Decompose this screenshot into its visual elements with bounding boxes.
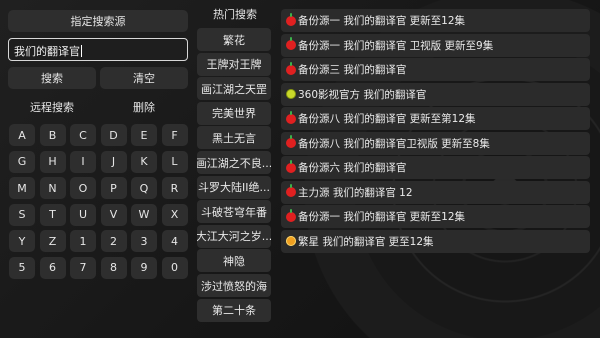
hot-search-item[interactable]: 大江大河之岁...	[197, 224, 271, 248]
key-r[interactable]: R	[161, 177, 188, 199]
result-text: 备份源八 我们的翻译官卫视版 更新至8集	[298, 137, 490, 150]
clear-button[interactable]: 清空	[100, 67, 188, 89]
key-5[interactable]: 5	[9, 256, 35, 279]
key-d[interactable]: D	[100, 124, 127, 146]
search-input-text: 我们的翻译官	[14, 45, 80, 58]
key-t[interactable]: T	[39, 203, 66, 226]
key-w[interactable]: W	[131, 203, 157, 226]
hot-search-item[interactable]: 画江湖之不良...	[197, 151, 271, 174]
apple-icon	[286, 110, 296, 124]
key-c[interactable]: C	[70, 124, 96, 146]
apple-icon	[286, 184, 296, 197]
key-b[interactable]: B	[39, 124, 66, 146]
search-input[interactable]: 我们的翻译官	[8, 38, 188, 61]
apple-icon	[286, 159, 296, 173]
key-e[interactable]: E	[131, 124, 157, 146]
result-text: 备份源三 我们的翻译官	[298, 64, 407, 76]
key-v[interactable]: V	[100, 203, 127, 226]
search-button[interactable]: 搜索	[8, 67, 96, 89]
key-6[interactable]: 6	[39, 256, 66, 279]
hot-search-item[interactable]: 第二十条	[197, 298, 271, 322]
result-text: 备份源六 我们的翻译官	[298, 162, 407, 174]
apple-icon	[286, 61, 296, 75]
key-h[interactable]: H	[39, 150, 66, 173]
key-q[interactable]: Q	[131, 177, 157, 199]
hot-search-item[interactable]: 繁花	[197, 28, 271, 51]
key-k[interactable]: K	[131, 150, 157, 173]
key-8[interactable]: 8	[100, 256, 127, 279]
key-0[interactable]: 0	[161, 256, 188, 279]
search-source-button[interactable]: 指定搜索源	[8, 10, 188, 32]
result-text: 备份源一 我们的翻译官 更新至12集	[298, 15, 466, 27]
key-9[interactable]: 9	[131, 256, 157, 279]
key-4[interactable]: 4	[161, 230, 188, 252]
result-text: 备份源一 我们的翻译官 更新至12集	[298, 211, 466, 223]
apple-icon	[286, 208, 296, 222]
result-item[interactable]: 繁星 我们的翻译官 更至12集	[281, 229, 590, 253]
result-item[interactable]: 360影视官方 我们的翻译官	[281, 82, 590, 106]
key-1[interactable]: 1	[70, 230, 96, 252]
hot-search-item[interactable]: 神隐	[197, 249, 271, 273]
hot-search-item[interactable]: 斗破苍穹年番	[197, 200, 271, 224]
apple-icon	[286, 135, 296, 148]
hot-search-item[interactable]: 黑土无言	[197, 126, 271, 150]
key-m[interactable]: M	[9, 177, 35, 199]
ball-icon	[286, 89, 296, 99]
key-o[interactable]: O	[70, 177, 96, 199]
result-text: 备份源八 我们的翻译官 更新至第12集	[298, 113, 476, 125]
result-text: 360影视官方 我们的翻译官	[298, 88, 427, 101]
result-item[interactable]: 备份源一 我们的翻译官 更新至12集	[281, 205, 590, 228]
hot-search-title: 热门搜索	[213, 8, 257, 21]
remote-search-button[interactable]: 远程搜索	[8, 96, 96, 118]
hot-search-item[interactable]: 完美世界	[197, 101, 271, 125]
result-text: 主力源 我们的翻译官 12	[298, 186, 413, 199]
result-text: 繁星 我们的翻译官 更至12集	[298, 235, 434, 248]
key-3[interactable]: 3	[131, 230, 157, 252]
key-2[interactable]: 2	[100, 230, 127, 252]
key-f[interactable]: F	[161, 124, 188, 146]
result-text: 备份源一 我们的翻译官 卫视版 更新至9集	[298, 39, 494, 52]
star-icon	[286, 236, 296, 246]
hot-search-item[interactable]: 涉过愤怒的海	[197, 274, 271, 297]
key-g[interactable]: G	[9, 150, 35, 173]
result-item[interactable]: 主力源 我们的翻译官 12	[281, 180, 590, 204]
key-p[interactable]: P	[100, 177, 127, 199]
key-l[interactable]: L	[161, 150, 188, 173]
hot-search-item[interactable]: 画江湖之天罡	[197, 77, 271, 101]
hot-search-item[interactable]: 王牌对王牌	[197, 52, 271, 76]
result-item[interactable]: 备份源一 我们的翻译官 更新至12集	[281, 9, 590, 32]
result-item[interactable]: 备份源六 我们的翻译官	[281, 156, 590, 179]
key-a[interactable]: A	[9, 124, 35, 146]
result-item[interactable]: 备份源三 我们的翻译官	[281, 58, 590, 81]
apple-icon	[286, 12, 296, 26]
key-y[interactable]: Y	[9, 230, 35, 252]
key-u[interactable]: U	[70, 203, 96, 226]
key-7[interactable]: 7	[70, 256, 96, 279]
text-cursor	[81, 45, 82, 57]
key-i[interactable]: I	[70, 150, 96, 173]
key-z[interactable]: Z	[39, 230, 66, 252]
result-item[interactable]: 备份源八 我们的翻译官 更新至第12集	[281, 107, 590, 130]
key-x[interactable]: X	[161, 203, 188, 226]
hot-search-item[interactable]: 斗罗大陆II绝...	[197, 175, 271, 199]
key-s[interactable]: S	[9, 203, 35, 226]
result-item[interactable]: 备份源一 我们的翻译官 卫视版 更新至9集	[281, 33, 590, 57]
result-item[interactable]: 备份源八 我们的翻译官卫视版 更新至8集	[281, 131, 590, 155]
delete-button[interactable]: 删除	[100, 96, 188, 118]
key-n[interactable]: N	[39, 177, 66, 199]
apple-icon	[286, 37, 296, 50]
key-j[interactable]: J	[100, 150, 127, 173]
